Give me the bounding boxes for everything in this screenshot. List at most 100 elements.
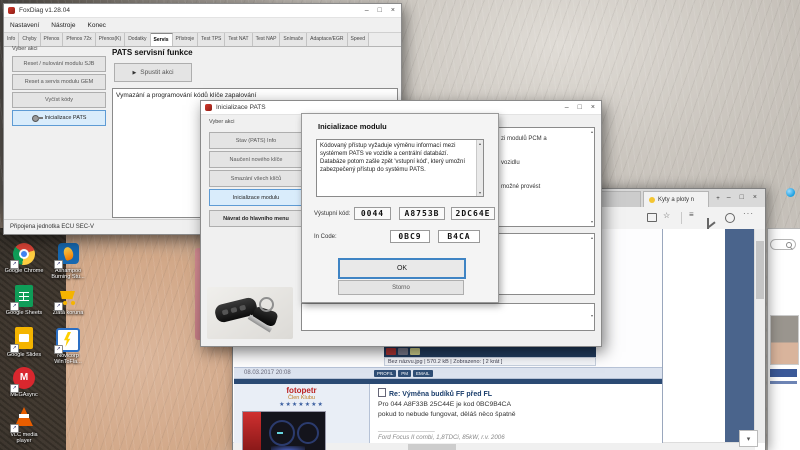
erase-keys-button[interactable]: Smazání všech klíčů bbox=[209, 170, 303, 187]
reading-view-icon[interactable] bbox=[647, 213, 657, 222]
init-pats-button[interactable]: Inicializace PATS bbox=[12, 110, 106, 126]
rating-stars: ★★★★★★★ bbox=[234, 401, 369, 408]
outcode-field-1[interactable]: 0044 bbox=[354, 207, 391, 220]
email-badge[interactable]: EMAIL bbox=[413, 370, 433, 377]
background-log-box[interactable]: ▴ bbox=[497, 233, 595, 295]
incode-field-1[interactable]: 0BC9 bbox=[390, 230, 430, 243]
background-info-box[interactable]: zi modulů PCM a vozidlu možné provést ▴ … bbox=[497, 127, 595, 227]
attachment-thumb bbox=[398, 348, 408, 355]
tab-chyby[interactable]: Chyby bbox=[19, 33, 40, 46]
key-icon bbox=[32, 115, 42, 121]
pm-badge[interactable]: PM bbox=[398, 370, 411, 377]
back-to-menu-button[interactable]: Návrat do hlavního menu bbox=[209, 210, 303, 227]
reset-sjb-button[interactable]: Reset / nulování modulu SJB bbox=[12, 56, 106, 72]
close-icon[interactable]: × bbox=[753, 191, 757, 204]
tab-info[interactable]: Info bbox=[4, 33, 19, 46]
desktop-icon-shop[interactable]: ↗ Zlatá koruna bbox=[48, 284, 88, 316]
tab-servis-selected[interactable]: Servis bbox=[151, 33, 173, 46]
profile-badge[interactable]: PROFIL bbox=[374, 370, 396, 377]
desktop-icon-chrome[interactable]: ↗ Google Chrome bbox=[4, 242, 44, 274]
post-body-cell: Re: Výměna budíků FF před FL Pro 044 A8F… bbox=[370, 384, 662, 443]
web-note-icon[interactable] bbox=[707, 218, 709, 229]
learn-key-button[interactable]: Naučení nového klíče bbox=[209, 151, 303, 168]
desktop-icon-wintoflash[interactable]: ↗ Novicorp WinToFla... bbox=[48, 326, 88, 365]
close-icon[interactable]: × bbox=[591, 101, 595, 114]
desktop-icon-sheets[interactable]: ↗ Google Sheets bbox=[4, 284, 44, 316]
pats-dialog-window: Inicializace PATS – □ × Vyber akci Stav … bbox=[200, 100, 602, 347]
tab-speed[interactable]: Speed bbox=[348, 33, 369, 46]
blue-link-bar[interactable] bbox=[770, 381, 797, 384]
ok-button[interactable]: OK bbox=[338, 258, 466, 279]
foxdiag-title-bar[interactable]: FoxDiag v1.28.04 – □ × bbox=[4, 4, 401, 18]
description-box[interactable]: Kódovaný přístup vyžaduje výměnu informa… bbox=[316, 139, 484, 197]
scroll-down-icon[interactable]: ▾ bbox=[477, 190, 483, 195]
tab-prenosk[interactable]: Přenos(K) bbox=[96, 33, 126, 46]
clipped-text-line: zi modulů PCM a bbox=[501, 136, 547, 142]
minimize-icon[interactable]: – bbox=[565, 101, 569, 114]
page-background-band bbox=[725, 229, 754, 450]
page-photo-thumbnail[interactable] bbox=[770, 315, 799, 365]
tab-prenos72x[interactable]: Přenos 72x bbox=[63, 33, 95, 46]
output-strip[interactable]: ▾ bbox=[301, 303, 595, 331]
scroll-down-icon[interactable]: ▾ bbox=[591, 220, 593, 224]
menu-item-nastaveni[interactable]: Nastavení bbox=[10, 22, 39, 29]
panel-heading: Inicializace modulu bbox=[318, 122, 387, 131]
scroll-up-icon[interactable]: ▴ bbox=[591, 236, 593, 240]
tab-adaptace[interactable]: Adaptace/EGR bbox=[307, 33, 347, 46]
minimize-icon[interactable]: – bbox=[365, 4, 369, 17]
desktop-icon-ashampoo[interactable]: ↗ Ashampoo Burning Stu... bbox=[48, 242, 88, 280]
attachment-caption[interactable]: Bez názvu.jpg | 570.2 kB | Zobrazeno: [ … bbox=[384, 357, 596, 366]
desktop-icon-vlc[interactable]: ↗ VLC media player bbox=[4, 405, 44, 444]
search-input[interactable] bbox=[770, 239, 796, 250]
author-name[interactable]: fotopetr bbox=[234, 386, 369, 395]
pats-info-button[interactable]: Stav (PATS) Info bbox=[209, 132, 303, 149]
maximize-icon[interactable]: □ bbox=[740, 191, 744, 204]
tab-test-nat[interactable]: Test NAT bbox=[225, 33, 252, 46]
scroll-down-button[interactable]: ▾ bbox=[739, 430, 758, 447]
scroll-up-icon[interactable]: ▴ bbox=[477, 141, 483, 146]
close-icon[interactable]: × bbox=[391, 4, 395, 17]
shortcut-arrow-icon: ↗ bbox=[54, 260, 63, 269]
reset-gem-button[interactable]: Reset a servis modulu GEM bbox=[12, 74, 106, 90]
tab-pristroje[interactable]: Přístroje bbox=[173, 33, 199, 46]
scrollbar-thumb[interactable] bbox=[756, 241, 764, 299]
scrollbar-thumb[interactable] bbox=[408, 444, 456, 450]
read-codes-button[interactable]: Vyčíst kódy bbox=[12, 92, 106, 108]
outcode-field-3[interactable]: 2DC64E bbox=[451, 207, 495, 220]
post-title[interactable]: Re: Výměna budíků FF před FL bbox=[378, 388, 654, 398]
hub-icon[interactable]: ≡ bbox=[689, 210, 694, 219]
tab-prenos[interactable]: Přenos bbox=[41, 33, 64, 46]
scroll-down-icon[interactable]: ▾ bbox=[591, 314, 593, 318]
desktop-icon-megasync[interactable]: M↗ MEGAsync bbox=[4, 366, 44, 398]
browser-tab-active[interactable]: Kyty a ploty n bbox=[643, 191, 709, 207]
desktop-icon-slides[interactable]: ↗ Google Slides bbox=[4, 326, 44, 358]
description-scrollbar[interactable]: ▴ ▾ bbox=[476, 140, 483, 196]
tab-snimace[interactable]: Snímače bbox=[280, 33, 307, 46]
minimize-icon[interactable]: – bbox=[727, 191, 731, 204]
incode-field-2[interactable]: B4CA bbox=[438, 230, 480, 243]
clipped-text-line: možné provést bbox=[501, 184, 540, 190]
favorites-star-icon[interactable]: ☆ bbox=[663, 211, 670, 220]
run-action-button[interactable]: ▶ Spustit akci bbox=[114, 63, 192, 82]
background-browser-window bbox=[767, 228, 800, 450]
more-options-icon[interactable]: ··· bbox=[743, 209, 754, 218]
blue-action-bar[interactable] bbox=[770, 369, 797, 377]
init-module-button[interactable]: Inicializace modulu bbox=[209, 189, 303, 206]
desktop-shortcut-partial-icon[interactable] bbox=[786, 188, 795, 197]
init-module-panel: Inicializace modulu Kódovaný přístup vyž… bbox=[301, 113, 499, 303]
outcode-field-2[interactable]: A8753B bbox=[399, 207, 445, 220]
new-tab-button[interactable]: + bbox=[711, 191, 725, 207]
share-icon[interactable] bbox=[725, 213, 735, 223]
attachment-thumbnails[interactable] bbox=[384, 347, 596, 357]
cancel-button[interactable]: Storno bbox=[338, 280, 464, 295]
menu-item-konec[interactable]: Konec bbox=[88, 22, 106, 29]
tab-test-tps[interactable]: Test TPS bbox=[198, 33, 225, 46]
menu-item-nastroje[interactable]: Nástroje bbox=[51, 22, 75, 29]
tab-test-nap[interactable]: Test NAP bbox=[253, 33, 281, 46]
tab-dodatky[interactable]: Dodatky bbox=[125, 33, 150, 46]
maximize-icon[interactable]: □ bbox=[378, 4, 382, 17]
vertical-scrollbar[interactable] bbox=[754, 229, 765, 443]
scroll-up-icon[interactable]: ▴ bbox=[591, 130, 593, 134]
maximize-icon[interactable]: □ bbox=[578, 101, 582, 114]
shortcut-arrow-icon: ↗ bbox=[10, 260, 19, 269]
